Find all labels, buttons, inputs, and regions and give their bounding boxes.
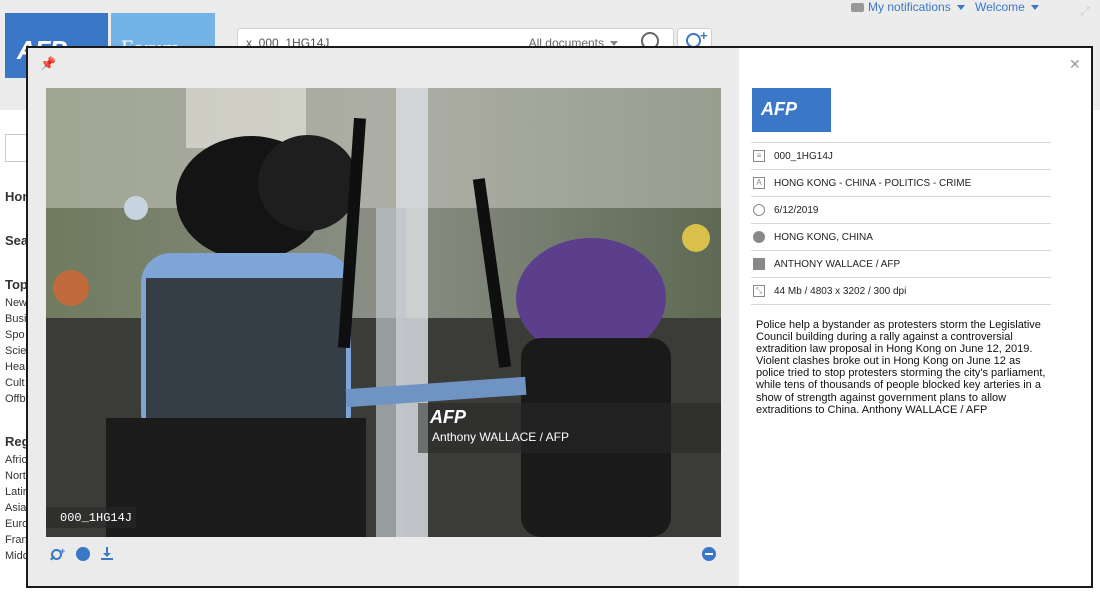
notifications-label: My notifications bbox=[868, 0, 951, 14]
sidebar-region-item[interactable]: Nort bbox=[5, 470, 26, 482]
meta-filesize: 44 Mb / 4803 x 3202 / 300 dpi bbox=[774, 286, 907, 297]
sidebar-region-item[interactable]: Latir bbox=[5, 486, 26, 498]
text-icon: A bbox=[753, 177, 765, 189]
meta-credit: ANTHONY WALLACE / AFP bbox=[774, 259, 901, 270]
sidebar-topic-item[interactable]: New bbox=[5, 297, 27, 309]
globe-icon[interactable] bbox=[76, 547, 90, 561]
zoom-in-icon[interactable]: + bbox=[50, 546, 65, 561]
close-icon[interactable]: ✕ bbox=[1069, 56, 1081, 73]
watermark-logo: AFP bbox=[430, 407, 466, 427]
notifications-menu[interactable]: My notifications bbox=[851, 0, 965, 14]
photo-id-tag: 000_1HG14J bbox=[46, 507, 136, 528]
welcome-label: Welcome bbox=[975, 0, 1025, 14]
meta-id: 000_1HG14J bbox=[774, 151, 833, 162]
watermark-credit: Anthony WALLACE / AFP bbox=[432, 430, 569, 444]
meta-row-keywords: A HONG KONG - CHINA - POLITICS - CRIME bbox=[751, 169, 1051, 196]
document-icon: ≡ bbox=[753, 150, 765, 162]
photo-caption: Police help a bystander as protesters st… bbox=[756, 319, 1046, 416]
photo-viewer-modal: 📌 AFP Anthony WALLACE / AFP 000_1HG14J +… bbox=[26, 46, 1093, 588]
sidebar-region-item[interactable]: Afric bbox=[5, 454, 27, 466]
sidebar-region-item[interactable]: Euro bbox=[5, 518, 28, 530]
meta-keywords: HONG KONG - CHINA - POLITICS - CRIME bbox=[774, 178, 972, 189]
sidebar-topic-item[interactable]: Cult bbox=[5, 377, 25, 389]
photo-watermark: AFP Anthony WALLACE / AFP bbox=[418, 403, 721, 453]
meta-location: HONG KONG, CHINA bbox=[774, 232, 873, 243]
sidebar-region-item[interactable]: Midc bbox=[5, 550, 28, 562]
pin-icon[interactable]: 📌 bbox=[40, 56, 56, 72]
globe-icon bbox=[753, 231, 765, 243]
info-panel: ✕ AFP ≡ 000_1HG14J A HONG KONG - CHINA -… bbox=[739, 48, 1091, 586]
meta-date: 6/12/2019 bbox=[774, 205, 819, 216]
sidebar-topic-item[interactable]: Spo bbox=[5, 329, 25, 341]
meta-row-id: ≡ 000_1HG14J bbox=[751, 142, 1051, 169]
sidebar-topic-item[interactable]: Hea bbox=[5, 361, 25, 373]
sidebar-topics-heading: Top bbox=[5, 277, 28, 292]
info-afp-logo: AFP bbox=[752, 88, 831, 132]
photo-id-text: 000_1HG14J bbox=[60, 511, 133, 525]
news-photo-illustration bbox=[46, 88, 721, 537]
resize-icon: ⤡ bbox=[753, 285, 765, 297]
chevron-down-icon bbox=[956, 5, 965, 11]
chat-icon bbox=[851, 3, 864, 13]
expand-icon[interactable]: ⤢ bbox=[1080, 4, 1090, 19]
meta-row-date: 6/12/2019 bbox=[751, 196, 1051, 223]
sidebar-region-item[interactable]: Fran bbox=[5, 534, 28, 546]
meta-row-filesize: ⤡ 44 Mb / 4803 x 3202 / 300 dpi bbox=[751, 277, 1051, 305]
sidebar-topic-item[interactable]: Offb bbox=[5, 393, 26, 405]
photo-pane: 📌 AFP Anthony WALLACE / AFP 000_1HG14J + bbox=[28, 48, 739, 586]
meta-row-location: HONG KONG, CHINA bbox=[751, 223, 1051, 250]
sidebar-region-item[interactable]: Asia bbox=[5, 502, 26, 514]
minus-circle-icon[interactable] bbox=[702, 547, 716, 561]
plus-icon: + bbox=[700, 28, 708, 43]
metadata-list: ≡ 000_1HG14J A HONG KONG - CHINA - POLIT… bbox=[751, 142, 1051, 305]
news-photo[interactable]: AFP Anthony WALLACE / AFP 000_1HG14J bbox=[46, 88, 721, 537]
sidebar-search[interactable]: Sea bbox=[5, 233, 28, 248]
welcome-menu[interactable]: Welcome bbox=[975, 0, 1039, 14]
meta-row-credit: ANTHONY WALLACE / AFP bbox=[751, 250, 1051, 277]
info-logo-text: AFP bbox=[761, 99, 797, 119]
sidebar-topic-item[interactable]: Busi bbox=[5, 313, 26, 325]
camera-icon bbox=[753, 258, 765, 270]
download-icon[interactable] bbox=[101, 547, 115, 561]
clock-icon bbox=[753, 204, 765, 216]
chevron-down-icon bbox=[1030, 5, 1039, 11]
sidebar-topic-item[interactable]: Scie bbox=[5, 345, 26, 357]
